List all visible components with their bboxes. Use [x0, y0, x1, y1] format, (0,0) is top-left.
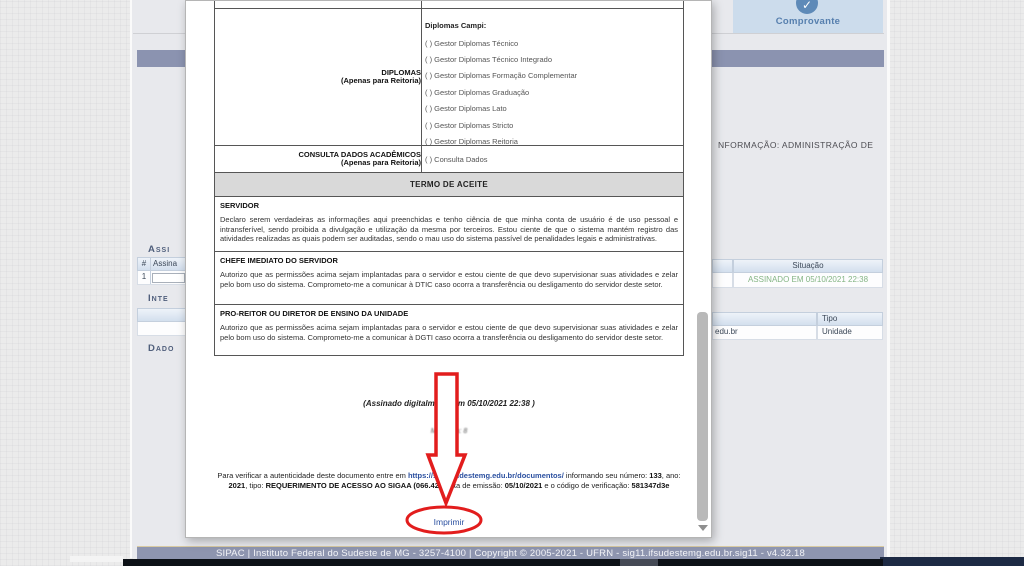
termo-section-proreitor: PRO-REITOR OU DIRETOR DE ENSINO DA UNIDA…	[215, 305, 683, 355]
comprovante-button[interactable]: ✓ Comprovante	[733, 0, 883, 33]
situacao-row-stub	[712, 273, 733, 288]
info-text-fragment: NFORMAÇÃO: ADMINISTRAÇÃO DE	[718, 140, 884, 150]
diploma-option: ( ) Gestor Diplomas Técnico Integrado	[425, 51, 683, 67]
interessados-header-left-stub	[712, 312, 817, 326]
diplomas-group-title: Diplomas Campi:	[425, 21, 683, 31]
comprovante-label: Comprovante	[733, 16, 883, 27]
signature-input-field[interactable]	[152, 273, 185, 283]
doc-year: 2021	[229, 481, 246, 490]
verification-code: 581347d3e	[632, 481, 670, 490]
consulta-row-label: CONSULTA DADOS ACADÊMICOS (Apenas para R…	[215, 146, 422, 172]
termo-section-servidor: SERVIDOR Declaro serem verdadeiras as in…	[215, 197, 683, 252]
bottom-edge-gray-segment	[620, 559, 658, 566]
bottom-edge-navy-strip	[880, 557, 1024, 566]
row-number-cell: 1	[138, 271, 151, 284]
diplomas-label-line2: (Apenas para Reitoria)	[215, 77, 421, 86]
section-title: SERVIDOR	[220, 201, 678, 210]
redacted-signer-name: C: W	[214, 419, 684, 428]
section-text: Declaro serem verdadeiras as informações…	[220, 215, 678, 244]
redacted-matricula: Matrícula: 8	[214, 428, 684, 437]
signed-timestamp: (Assinado digitalmente em 05/10/2021 22:…	[214, 399, 684, 408]
col-assinatura-header: Assina	[151, 258, 177, 270]
verify-text: informando seu número:	[564, 471, 649, 480]
situacao-column-header: Situação	[733, 259, 883, 273]
situacao-status-cell: ASSINADO EM 05/10/2021 22:38	[733, 273, 883, 288]
verify-text: , data de emissão:	[441, 481, 504, 490]
scroll-down-arrow-icon[interactable]	[698, 525, 708, 531]
doc-type: REQUERIMENTO DE ACESSO AO SIGAA (066.42)	[266, 481, 442, 490]
verify-text: , tipo:	[245, 481, 265, 490]
verification-notice: Para verificar a autenticidade deste doc…	[214, 471, 684, 491]
diploma-option: ( ) Gestor Diplomas Técnico	[425, 35, 683, 51]
termo-de-aceite-header: TERMO DE ACEITE	[215, 173, 683, 197]
diploma-option: ( ) Gestor Diplomas Stricto	[425, 117, 683, 133]
consulta-option: ( ) Consulta Dados	[425, 155, 488, 164]
status-badge: ASSINADO EM 05/10/2021 22:38	[734, 273, 882, 287]
assinaturas-table-header: # Assina	[137, 257, 186, 271]
situacao-header-stub	[712, 259, 733, 273]
section-title-interessados: Inte	[148, 293, 169, 304]
section-title: CHEFE IMEDIATO DO SERVIDOR	[220, 256, 678, 265]
section-text: Autorizo que as permissões acima sejam i…	[220, 323, 678, 342]
section-title-assinaturas: Assi	[148, 244, 170, 255]
interessado-tipo-cell: Unidade	[817, 326, 883, 340]
interessado-email-cell: edu.br	[712, 326, 817, 340]
doc-number: 133	[649, 471, 662, 480]
diploma-option: ( ) Gestor Diplomas Formação Complementa…	[425, 68, 683, 84]
consulta-option-cell: ( ) Consulta Dados	[422, 146, 683, 172]
section-title: PRO-REITOR OU DIRETOR DE ENSINO DA UNIDA…	[220, 309, 678, 318]
diplomas-row-label: DIPLOMAS (Apenas para Reitoria)	[215, 9, 422, 145]
tipo-value: Unidade	[822, 326, 882, 338]
tipo-header-label: Tipo	[822, 313, 882, 325]
email-fragment: edu.br	[715, 326, 816, 338]
situacao-header-label: Situação	[734, 260, 882, 272]
verify-text: Para verificar a autenticidade deste doc…	[217, 471, 408, 480]
sipac-footer-bar: SIPAC | Instituto Federal do Sudeste de …	[137, 546, 884, 560]
verify-text: e o código de verificação:	[542, 481, 631, 490]
termo-section-chefe: CHEFE IMEDIATO DO SERVIDOR Autorizo que …	[215, 252, 683, 305]
bottom-edge-light-segment	[70, 556, 123, 562]
consulta-row: CONSULTA DADOS ACADÊMICOS (Apenas para R…	[215, 146, 683, 173]
imprimir-link[interactable]: Imprimir	[434, 517, 465, 527]
section-title-dados: Dado	[148, 343, 174, 354]
verify-text: , ano:	[662, 471, 681, 480]
diploma-option: ( ) Gestor Diplomas Lato	[425, 101, 683, 117]
check-badge-icon: ✓	[796, 0, 818, 14]
interessados-row-fragment	[137, 322, 186, 336]
consulta-label-line2: (Apenas para Reitoria)	[215, 159, 421, 168]
diploma-option: ( ) Gestor Diplomas Graduação	[425, 84, 683, 100]
documentos-link[interactable]: https://sig.ifsudestemg.edu.br/documento…	[408, 471, 564, 480]
doc-issue-date: 05/10/2021	[505, 481, 543, 490]
modal-scrollbar-thumb[interactable]	[697, 312, 708, 521]
col-num-header: #	[138, 258, 151, 270]
tipo-column-header: Tipo	[817, 312, 883, 326]
diplomas-options-cell: Diplomas Campi: ( ) Gestor Diplomas Técn…	[422, 9, 683, 145]
permissions-table: DIPLOMAS (Apenas para Reitoria) Diplomas…	[214, 1, 684, 356]
interessados-header-fragment	[137, 308, 186, 322]
document-modal: DIPLOMAS (Apenas para Reitoria) Diplomas…	[185, 0, 712, 538]
imprimir-link-wrap: Imprimir	[214, 512, 684, 530]
diplomas-row: DIPLOMAS (Apenas para Reitoria) Diplomas…	[215, 9, 683, 146]
section-text: Autorizo que as permissões acima sejam i…	[220, 270, 678, 289]
digital-signature-block: (Assinado digitalmente em 05/10/2021 22:…	[214, 399, 684, 436]
table-cutoff-row	[215, 1, 683, 9]
bottom-edge-taskbar-strip	[123, 559, 883, 566]
